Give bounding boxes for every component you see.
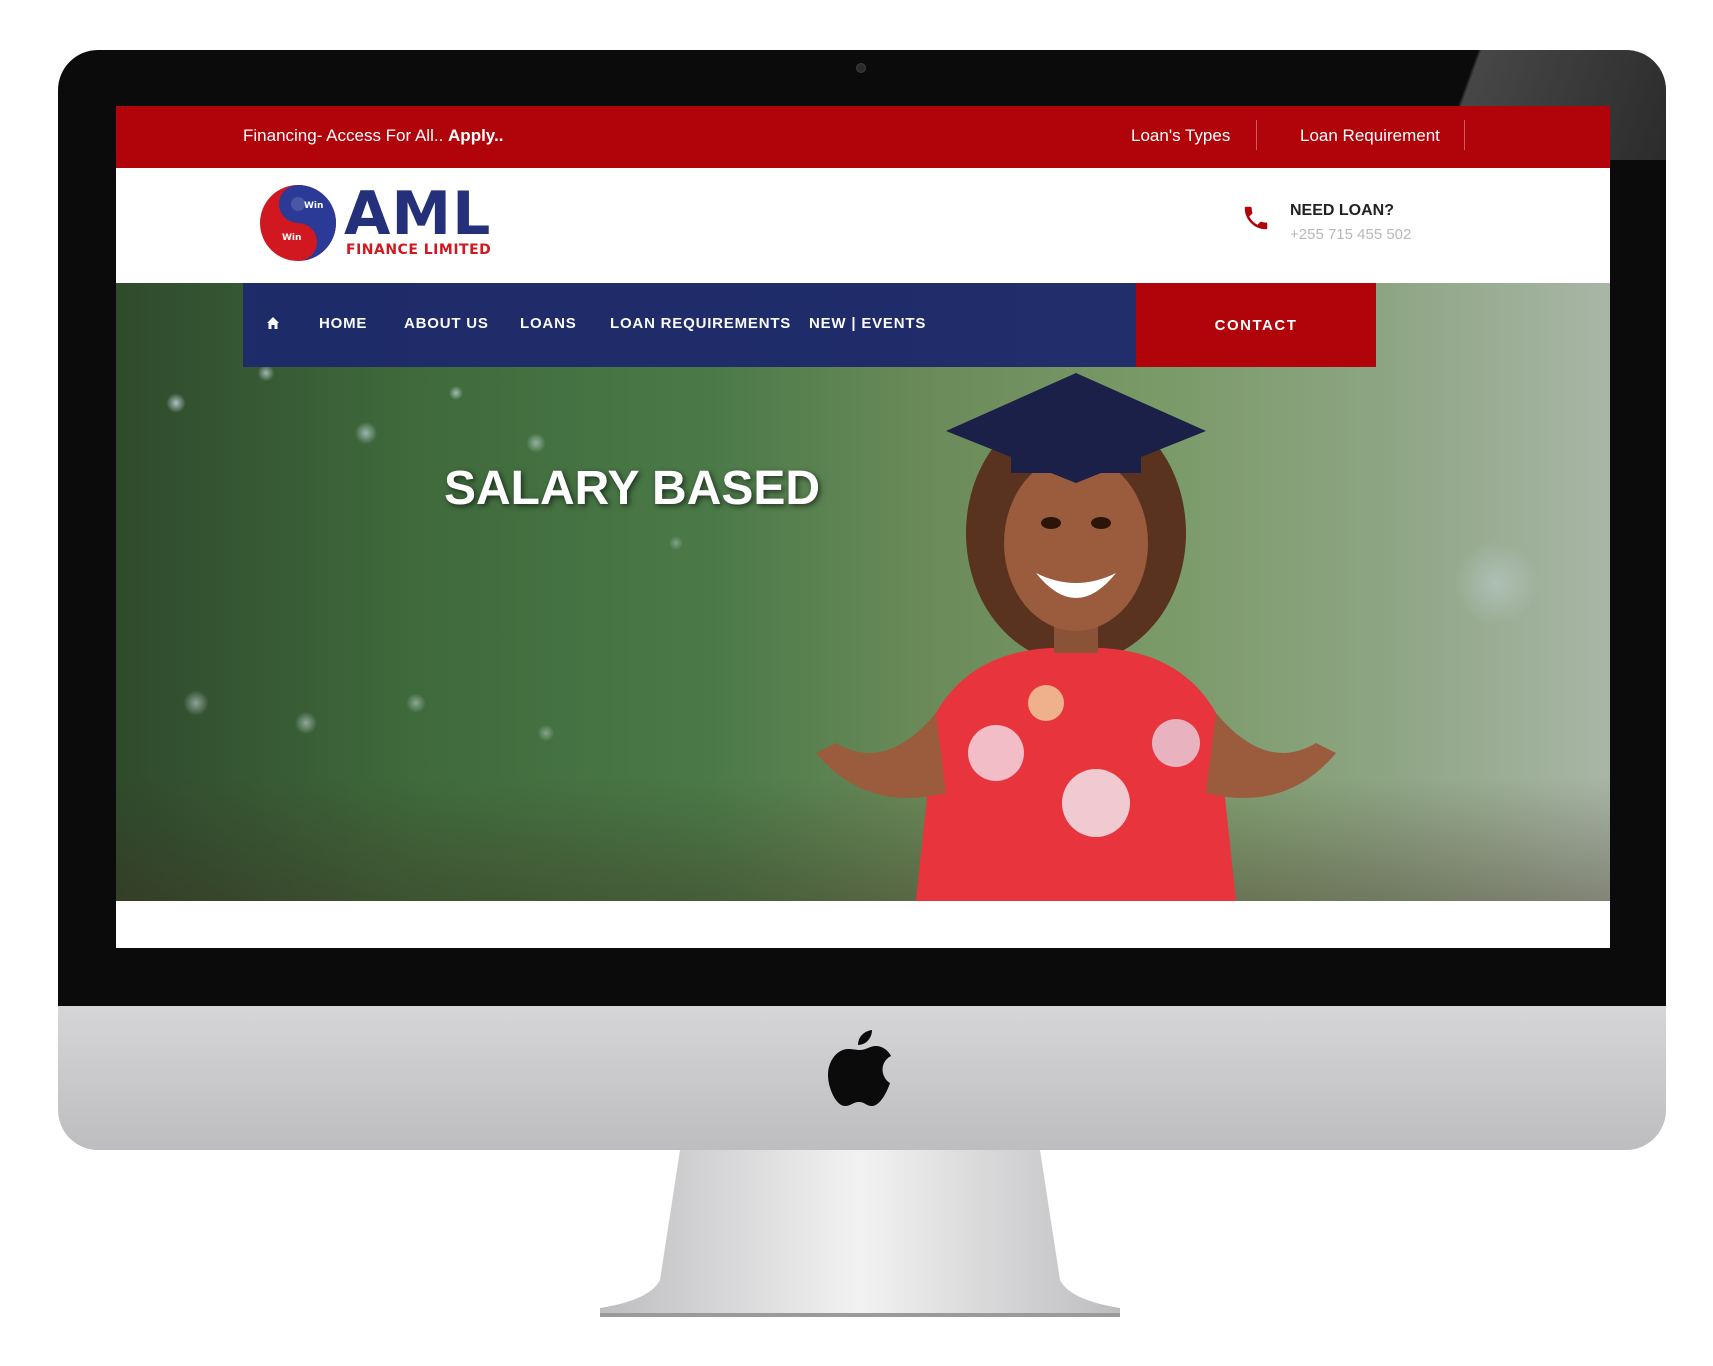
nav-loans[interactable]: LOANS (520, 315, 577, 332)
apple-logo-icon (828, 1030, 891, 1106)
brand-logo[interactable]: Win Win AML FINANCE LIMITED (256, 180, 496, 266)
logo-text: AML (344, 179, 492, 249)
need-loan-label: NEED LOAN? (1290, 202, 1394, 219)
loan-requirement-link[interactable]: Loan Requirement (1300, 126, 1440, 146)
top-bar: Financing- Access For All.. Apply.. Loan… (116, 106, 1610, 168)
phone-icon (1244, 206, 1268, 230)
top-tagline: Financing- Access For All.. Apply.. (243, 126, 503, 146)
nav-home[interactable]: HOME (319, 315, 367, 332)
logo-emblem-icon: Win Win (260, 185, 336, 261)
apply-link[interactable]: Apply.. (448, 126, 503, 145)
main-nav: HOME ABOUT US LOANS LOAN REQUIREMENTS NE… (243, 283, 1136, 367)
browser-viewport: Financing- Access For All.. Apply.. Loan… (116, 106, 1610, 948)
nav-new-events[interactable]: NEW | EVENTS (809, 315, 926, 332)
graduate-photo (816, 373, 1336, 901)
home-icon[interactable] (265, 315, 281, 331)
tagline-text: Financing- Access For All.. (243, 126, 449, 145)
logo-badge-bottom: Win (282, 233, 301, 243)
top-divider (1464, 120, 1465, 150)
contact-button[interactable]: CONTACT (1136, 283, 1376, 367)
nav-about-us[interactable]: ABOUT US (404, 315, 489, 332)
hero-banner: SALARY BASED (116, 283, 1610, 901)
top-divider (1256, 120, 1257, 150)
hero-title: SALARY BASED (444, 462, 821, 515)
camera-icon (856, 63, 866, 73)
nav-loan-requirements[interactable]: LOAN REQUIREMENTS (610, 315, 791, 332)
monitor-stand (600, 1150, 1120, 1317)
loan-types-link[interactable]: Loan's Types (1131, 126, 1230, 146)
site-header: Win Win AML FINANCE LIMITED NEED LOAN? +… (116, 168, 1610, 283)
phone-number[interactable]: +255 715 455 502 (1290, 226, 1411, 243)
logo-subtitle: FINANCE LIMITED (346, 242, 492, 258)
logo-badge-top: Win (304, 201, 323, 211)
